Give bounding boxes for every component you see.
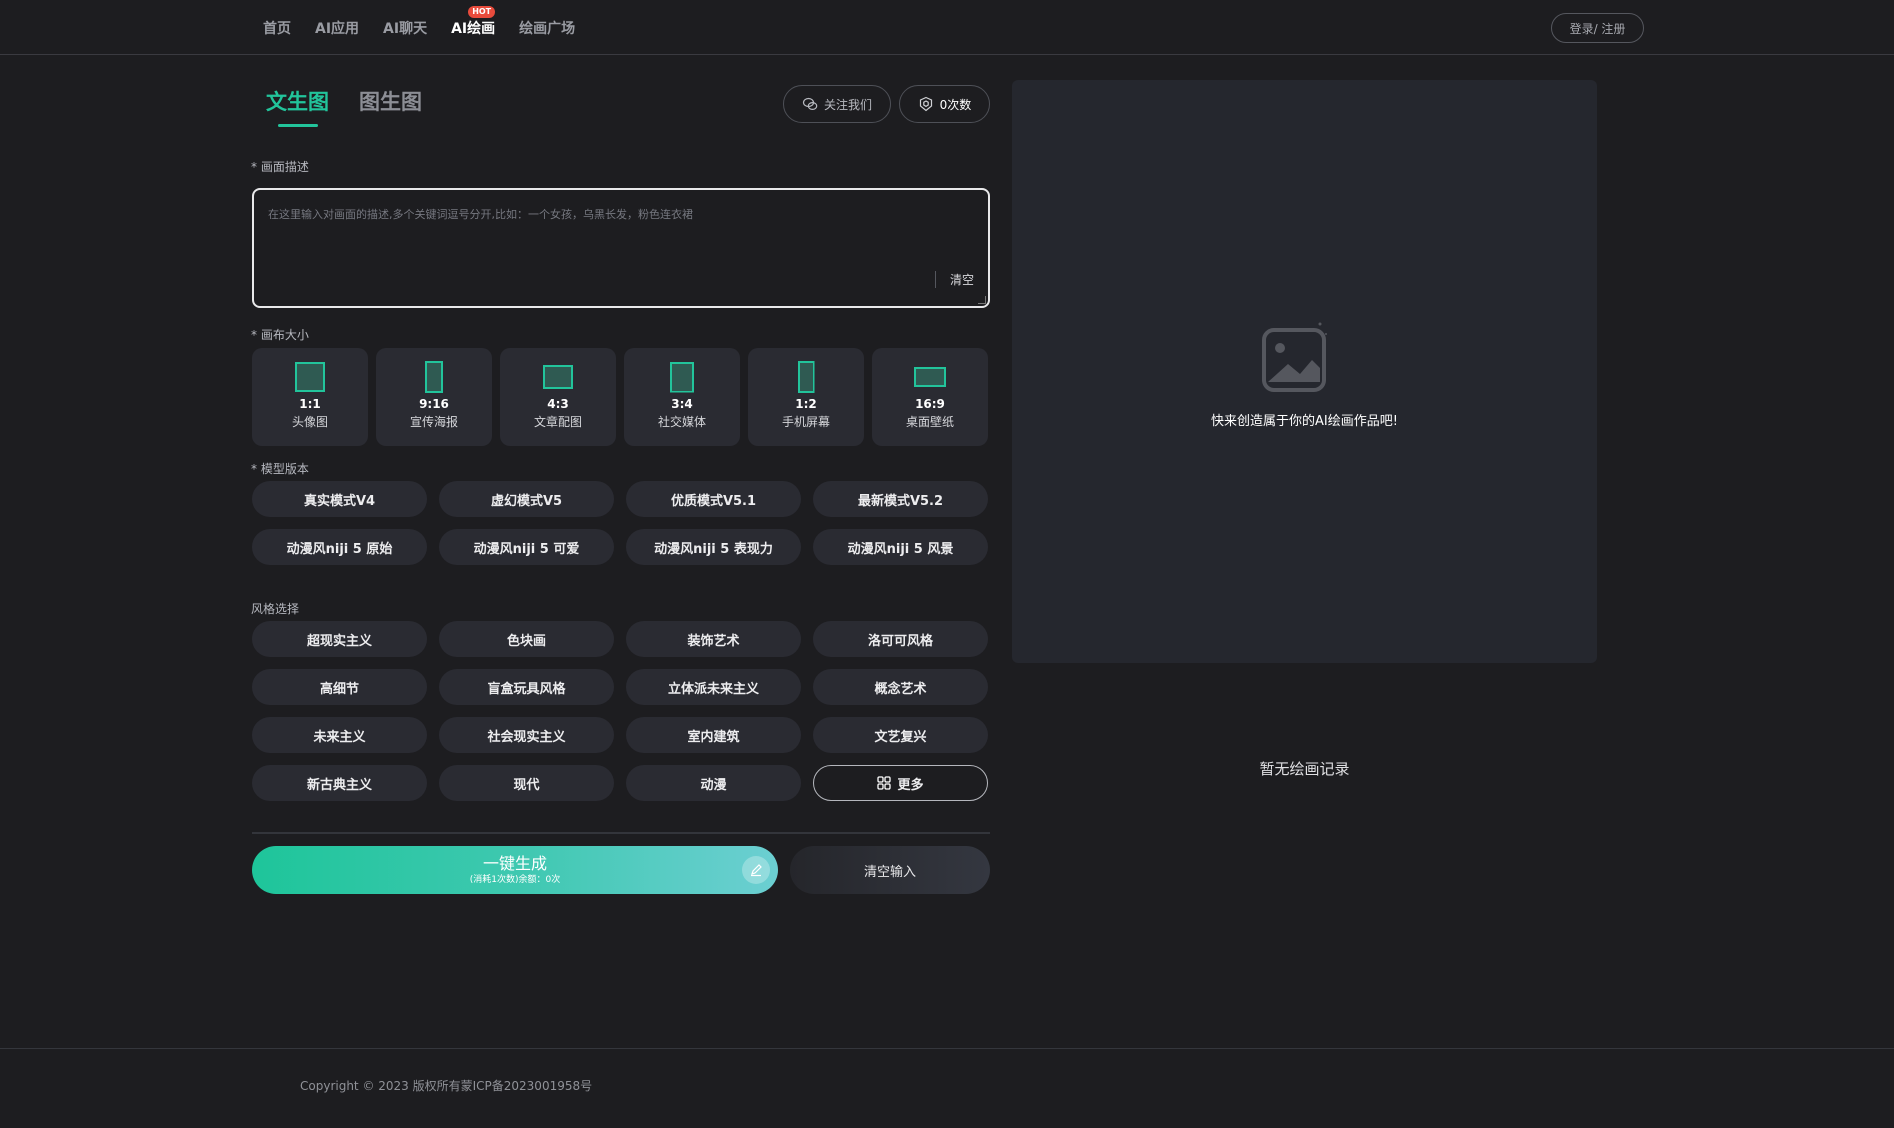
style-option[interactable]: 超现实主义 [252,621,427,657]
copyright-text: Copyright © 2023 版权所有蒙ICP备2023001958号 [300,1079,593,1093]
ratio-option-1-2[interactable]: 1:2 手机屏幕 [748,348,864,446]
image-placeholder-icon [1262,322,1327,392]
hot-badge: HOT [468,6,496,18]
style-option[interactable]: 动漫 [626,765,801,801]
preview-panel: 快来创造属于你的AI绘画作品吧! [1012,80,1597,663]
model-option[interactable]: 优质模式V5.1 [626,481,801,517]
ratio-shape-icon [799,362,813,392]
clear-input-button[interactable]: 清空输入 [790,846,990,894]
model-option[interactable]: 动漫风niji 5 可爱 [439,529,614,565]
style-option[interactable]: 概念艺术 [813,669,988,705]
style-option[interactable]: 装饰艺术 [626,621,801,657]
style-option[interactable]: 文艺复兴 [813,717,988,753]
ratio-name: 手机屏幕 [781,415,830,429]
nav-item-ai-apps[interactable]: AI应用 [315,18,359,38]
style-option[interactable]: 室内建筑 [626,717,801,753]
ratio-shape-icon [916,362,944,392]
tab-image-to-image[interactable]: 图生图 [359,86,422,116]
generate-label: 一键生成 [482,853,547,873]
ratio-option-4-3[interactable]: 4:3 文章配图 [500,348,616,446]
grid-icon [877,776,892,790]
model-option[interactable]: 动漫风niji 5 原始 [252,529,427,565]
ratio-value: 9:16 [419,397,449,411]
shield-icon [919,96,932,112]
clear-prompt-button[interactable]: 清空 [934,271,974,288]
mode-tabs: 文生图 图生图 [266,86,422,127]
nav-item-home[interactable]: 首页 [263,18,291,38]
style-option[interactable]: 未来主义 [252,717,427,753]
generate-cost-label: (消耗1次数)余额：0次 [469,874,561,885]
no-record-text: 暂无绘画记录 [1259,760,1350,778]
style-options: 超现实主义 色块画 装饰艺术 洛可可风格 高细节 盲盒玩具风格 立体派未来主义 … [252,621,988,801]
ratio-name: 文章配图 [533,415,582,429]
nav-item-ai-drawing[interactable]: AI绘画 HOT [451,6,496,38]
preview-hint: 快来创造属于你的AI绘画作品吧! [1211,414,1398,429]
ratio-shape-icon [545,362,571,392]
ratio-name: 社交媒体 [657,415,706,429]
generate-button[interactable]: 一键生成 (消耗1次数)余额：0次 [252,846,778,894]
model-option[interactable]: 最新模式V5.2 [813,481,988,517]
style-option[interactable]: 色块画 [439,621,614,657]
top-navbar: 首页 AI应用 AI聊天 AI绘画 HOT 绘画广场 登录/ 注册 [0,0,1894,55]
more-styles-button[interactable]: 更多 [813,765,988,801]
model-option[interactable]: 动漫风niji 5 表现力 [626,529,801,565]
login-register-button[interactable]: 登录/ 注册 [1551,13,1644,43]
ratio-name: 宣传海报 [409,415,458,429]
draw-count-label: 0次数 [939,97,972,112]
main-nav: 首页 AI应用 AI聊天 AI绘画 HOT 绘画广场 [263,6,599,38]
ratio-name: 头像图 [291,415,328,429]
canvas-ratio-options: 1:1 头像图 9:16 宣传海报 4:3 文章配图 3:4 社交媒体 1:2 … [252,348,988,446]
model-option[interactable]: 动漫风niji 5 风景 [813,529,988,565]
style-option[interactable]: 新古典主义 [252,765,427,801]
ratio-shape-icon [427,362,441,392]
draw-count-button[interactable]: 0次数 [899,85,990,123]
model-option[interactable]: 虚幻模式V5 [439,481,614,517]
model-option[interactable]: 真实模式V4 [252,481,427,517]
canvas-size-label: * 画布大小 [251,328,309,342]
prompt-input[interactable] [268,206,958,286]
style-option[interactable]: 社会现实主义 [439,717,614,753]
model-version-options: 真实模式V4 虚幻模式V5 优质模式V5.1 最新模式V5.2 动漫风niji … [252,481,988,565]
prompt-box: 清空 [252,188,990,308]
prompt-label: * 画面描述 [251,160,309,174]
ratio-value: 4:3 [547,397,569,411]
tab-text-to-image[interactable]: 文生图 [266,86,329,127]
ratio-value: 3:4 [671,397,693,411]
style-option[interactable]: 现代 [439,765,614,801]
style-label: 风格选择 [251,602,300,616]
follow-us-label: 关注我们 [823,97,872,112]
style-option[interactable]: 高细节 [252,669,427,705]
more-styles-label: 更多 [897,777,924,793]
divider [252,832,990,834]
ratio-name: 桌面壁纸 [905,415,954,429]
nav-item-ai-chat[interactable]: AI聊天 [383,18,427,38]
style-option[interactable]: 洛可可风格 [813,621,988,657]
ratio-value: 1:1 [299,397,321,411]
style-option[interactable]: 立体派未来主义 [626,669,801,705]
resize-handle[interactable] [978,296,986,304]
ratio-value: 1:2 [795,397,817,411]
nav-item-ai-drawing-label: AI绘画 [451,21,496,37]
style-option[interactable]: 盲盒玩具风格 [439,669,614,705]
ratio-shape-icon [297,362,323,392]
footer: Copyright © 2023 版权所有蒙ICP备2023001958号 [0,1048,1894,1128]
wechat-icon [802,97,818,111]
pencil-icon [742,856,770,884]
ratio-option-3-4[interactable]: 3:4 社交媒体 [624,348,740,446]
model-version-label: * 模型版本 [251,462,309,476]
follow-us-button[interactable]: 关注我们 [783,85,891,123]
ratio-shape-icon [672,362,692,392]
ratio-option-9-16[interactable]: 9:16 宣传海报 [376,348,492,446]
ratio-value: 16:9 [915,397,945,411]
ratio-option-16-9[interactable]: 16:9 桌面壁纸 [872,348,988,446]
ratio-option-1-1[interactable]: 1:1 头像图 [252,348,368,446]
nav-item-gallery[interactable]: 绘画广场 [519,18,575,38]
